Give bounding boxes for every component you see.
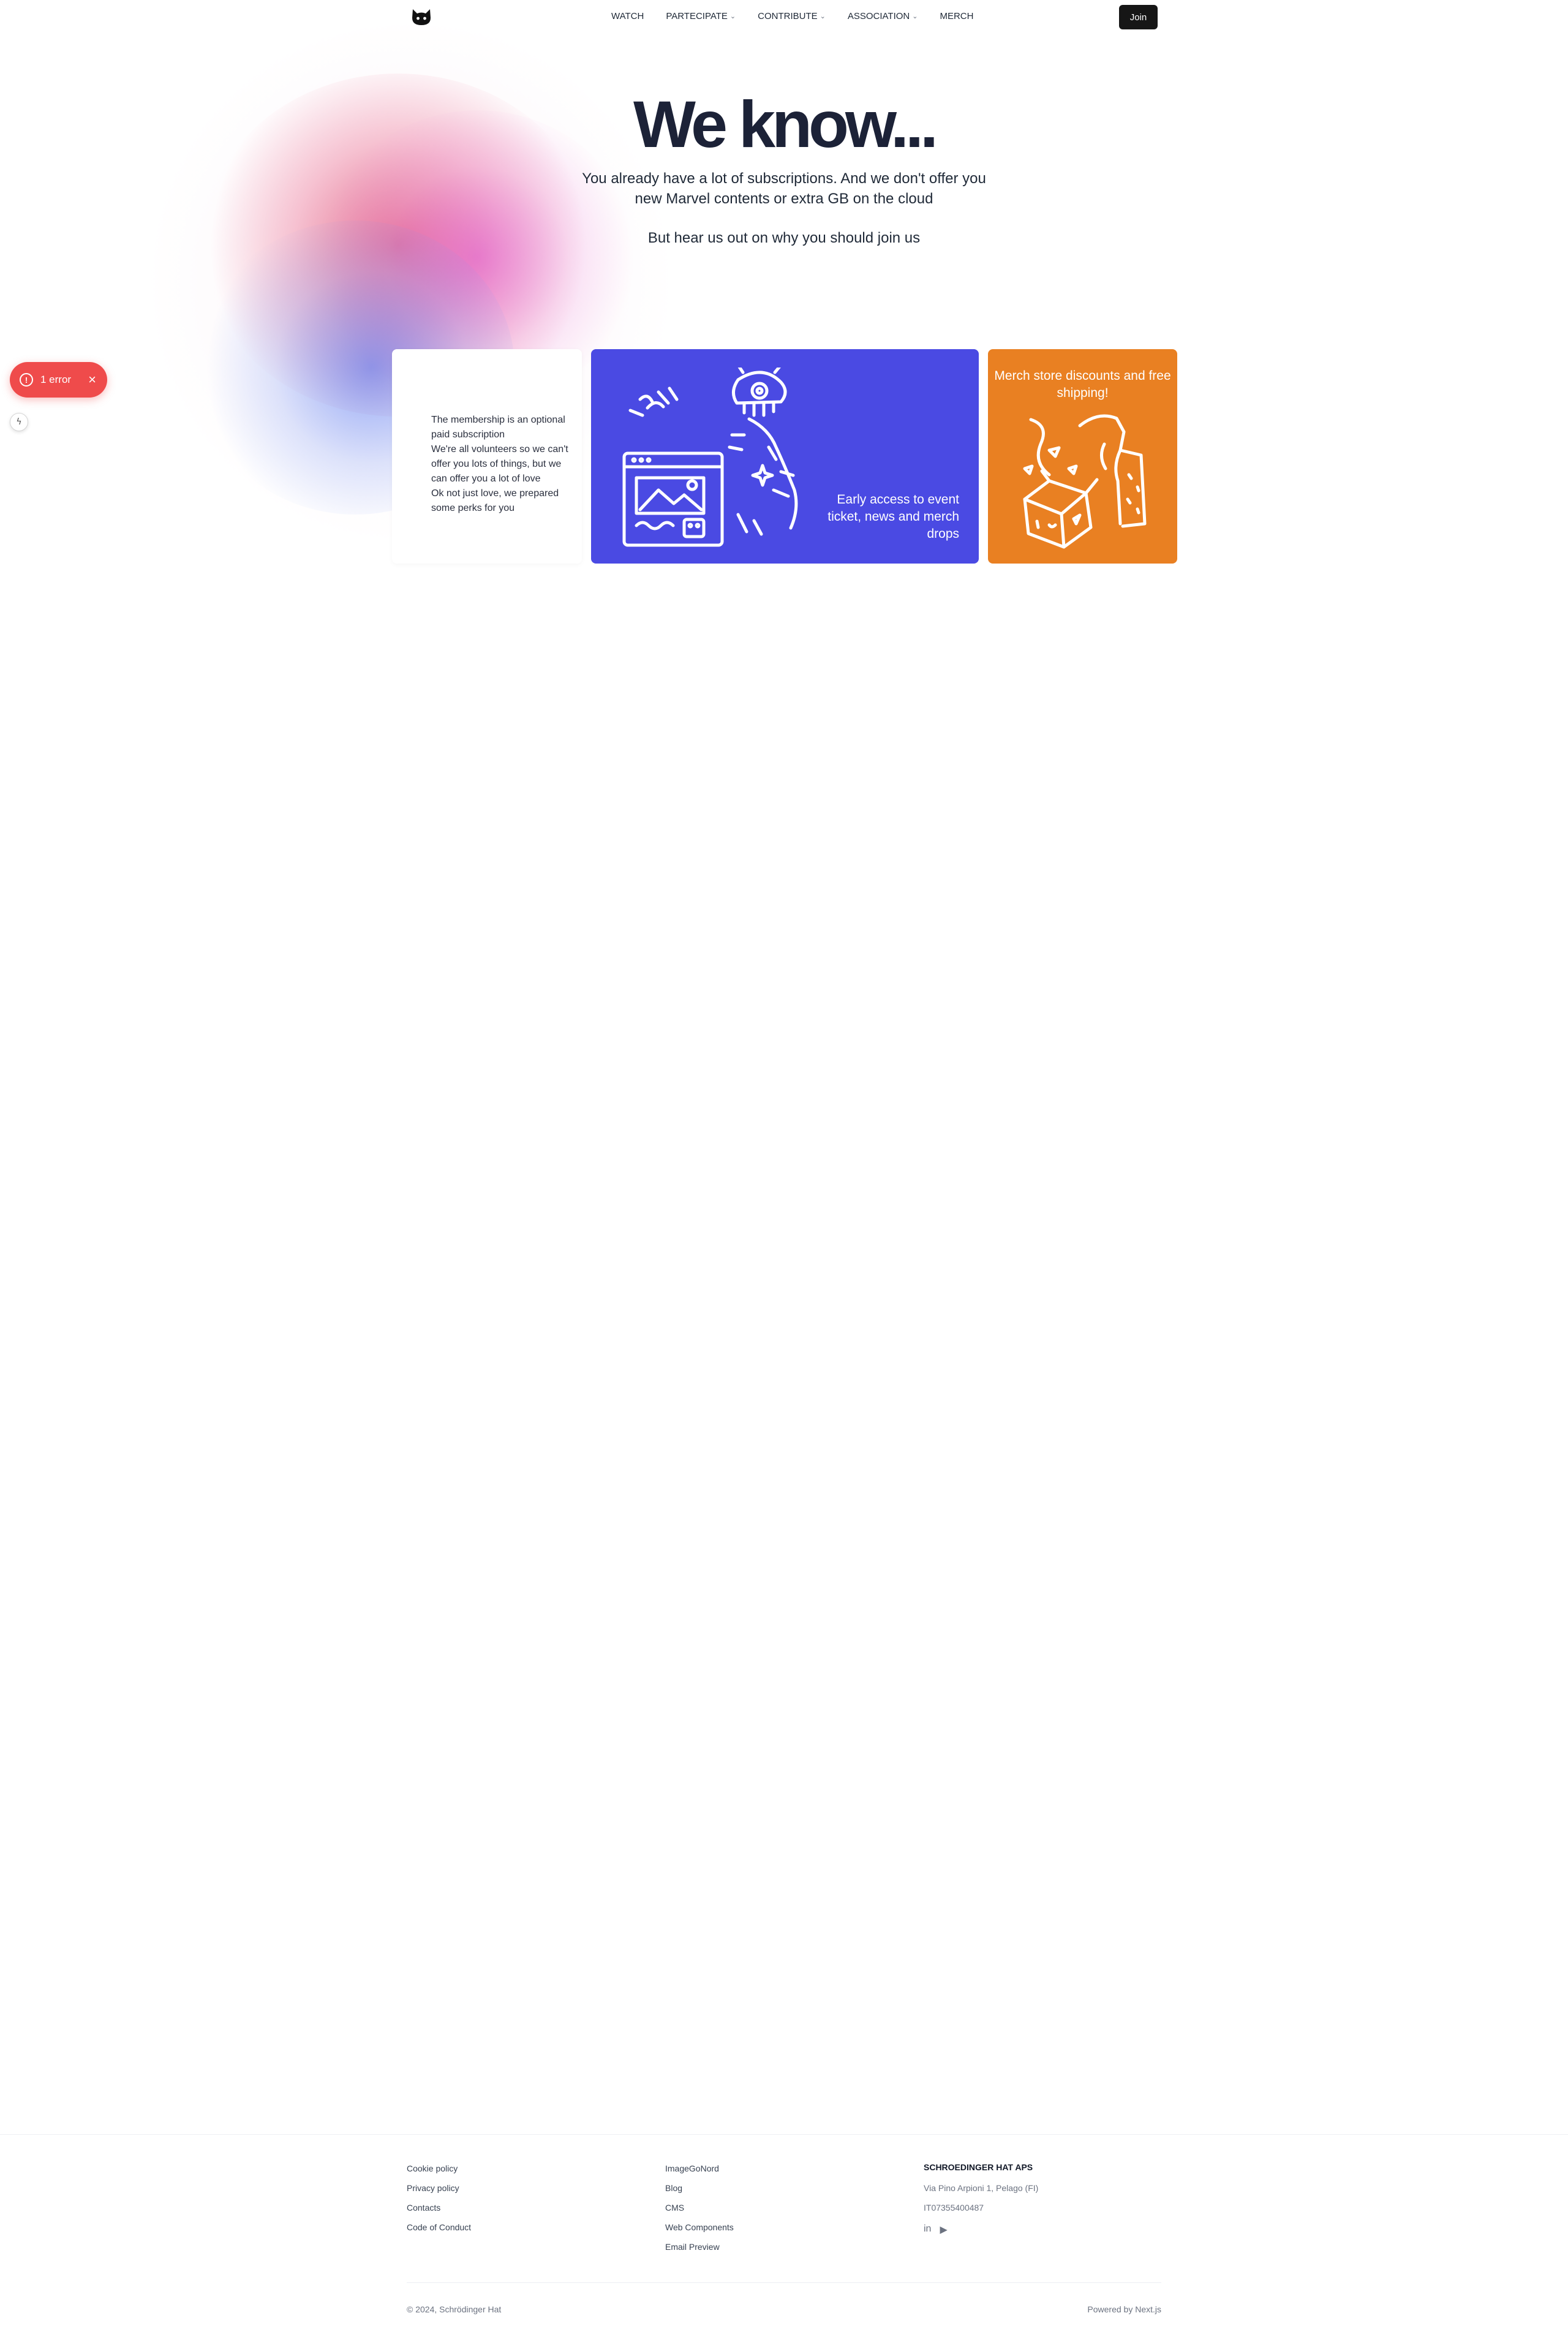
footer-link-web-components[interactable]: Web Components [665, 2221, 734, 2241]
powered-by-link[interactable]: Powered by Next.js [1087, 2304, 1161, 2314]
nav-item-watch[interactable]: WATCH [611, 11, 644, 21]
social-links: in ▶ [924, 2224, 1038, 2236]
footer-link-cookie-policy[interactable]: Cookie policy [407, 2162, 471, 2182]
membership-line: The membership is an optional paid subsc… [431, 415, 565, 440]
copyright-text: © 2024, Schrödinger Hat [407, 2304, 502, 2314]
membership-info-card: The membership is an optional paid subsc… [392, 349, 582, 564]
early-access-card: Early access to event ticket, news and m… [591, 349, 979, 564]
company-name: SCHROEDINGER HAT APS [924, 2162, 1033, 2172]
hero-cta-text: But hear us out on why you should join u… [647, 230, 921, 246]
nav-item-partecipate[interactable]: PARTECIPATE ⌄ [666, 11, 736, 21]
footer-company-info: SCHROEDINGER HAT APS Via Pino Arpioni 1,… [924, 2162, 1038, 2236]
linkedin-icon[interactable]: in [924, 2224, 931, 2236]
top-nav: WATCH PARTECIPATE ⌄ CONTRIBUTE ⌄ ASSOCIATI… [0, 0, 1568, 34]
footer-link-imagegonord[interactable]: ImageGoNord [665, 2162, 734, 2182]
membership-text: The membership is an optional paid subsc… [431, 413, 572, 516]
cat-logo-icon[interactable] [410, 7, 432, 27]
early-access-text: Early access to event ticket, news and m… [827, 492, 959, 541]
footer-top-border [0, 2134, 1568, 2135]
gift-box-illustration [1023, 414, 1147, 549]
footer-links-legal: Cookie policy Privacy policy Contacts Co… [407, 2162, 471, 2241]
browser-monster-illustration [622, 368, 798, 547]
membership-line: We're all volunteers so we can't offer y… [431, 444, 568, 484]
merch-discount-card: Merch store discounts and free shipping! [988, 349, 1177, 564]
chevron-down-icon: ⌄ [729, 13, 736, 20]
nav-item-contribute[interactable]: CONTRIBUTE ⌄ [758, 11, 826, 21]
nav-item-merch[interactable]: MERCH [940, 11, 973, 21]
youtube-icon[interactable]: ▶ [940, 2224, 947, 2236]
footer-link-cms[interactable]: CMS [665, 2202, 734, 2221]
company-address: Via Pino Arpioni 1, Pelago (FI) [924, 2183, 1039, 2193]
error-count-label: 1 error [40, 374, 72, 385]
footer-divider [407, 2282, 1161, 2283]
nav-links: WATCH PARTECIPATE ⌄ CONTRIBUTE ⌄ ASSOCIATI… [611, 11, 973, 21]
hero-subtitle: You already have a lot of subscriptions.… [582, 170, 986, 207]
footer-links-projects: ImageGoNord Blog CMS Web Components Emai… [665, 2162, 734, 2260]
footer-link-contacts[interactable]: Contacts [407, 2202, 471, 2221]
error-toast[interactable]: ! 1 error × [10, 362, 107, 398]
footer-link-email-preview[interactable]: Email Preview [665, 2241, 734, 2260]
hero-title: We know... [633, 87, 938, 161]
merch-discount-text: Merch store discounts and free shipping! [994, 369, 1171, 400]
footer-link-code-of-conduct[interactable]: Code of Conduct [407, 2221, 471, 2241]
footer-link-blog[interactable]: Blog [665, 2182, 734, 2202]
membership-line: Ok not just love, we prepared some perks… [431, 488, 559, 513]
join-button[interactable]: Join [1119, 5, 1158, 29]
nextjs-dev-indicator-icon[interactable]: ϟ [10, 413, 28, 431]
chevron-down-icon: ⌄ [820, 13, 826, 20]
nav-item-association[interactable]: ASSOCIATION ⌄ [848, 11, 918, 21]
alert-circle-icon: ! [20, 373, 33, 387]
footer-link-privacy-policy[interactable]: Privacy policy [407, 2182, 471, 2202]
company-vat: IT07355400487 [924, 2203, 984, 2213]
chevron-down-icon: ⌄ [912, 13, 918, 20]
close-icon[interactable]: × [88, 372, 96, 388]
